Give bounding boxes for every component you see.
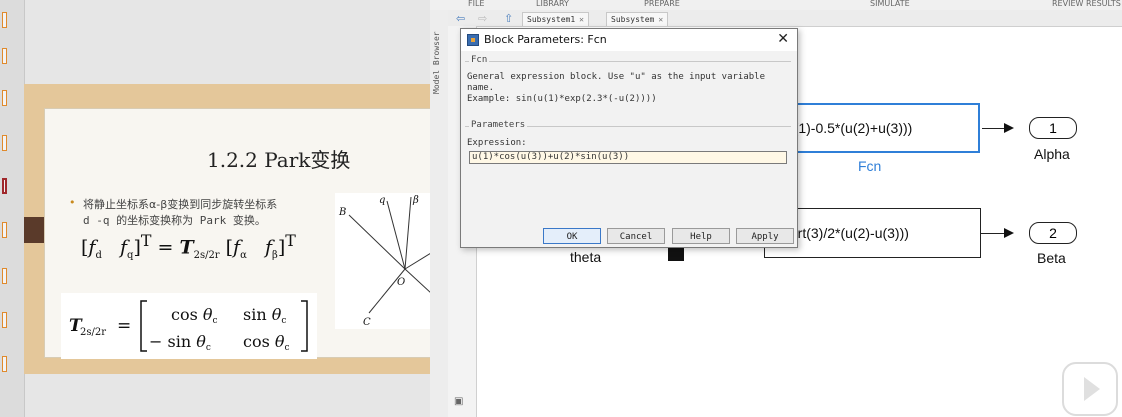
tab-subsystem1[interactable]: Subsystem1 ✕: [522, 12, 589, 26]
slide-thumbnail[interactable]: [2, 222, 7, 238]
arrow-head-icon: [1004, 228, 1014, 238]
slide-thumbnail[interactable]: [2, 135, 7, 151]
theta-label[interactable]: theta: [570, 249, 601, 265]
svg-text:cos θc: cos θc: [171, 305, 218, 326]
apply-button[interactable]: Apply: [736, 228, 794, 244]
close-icon[interactable]: ✕: [777, 31, 789, 47]
back-arrow-icon[interactable]: ⇦: [456, 12, 465, 25]
fcn-group-title: Fcn: [469, 55, 490, 65]
forward-arrow-icon[interactable]: ⇨: [478, 12, 487, 25]
slide-content: 1.2.2 Park变换 • 将静止坐标系α-β变换到同步旋转坐标系 d -q …: [44, 108, 432, 359]
slide-title: 1.2.2 Park变换: [207, 148, 351, 172]
slide-canvas[interactable]: 1.2.2 Park变换 • 将静止坐标系α-β变换到同步旋转坐标系 d -q …: [24, 84, 432, 374]
dialog-body: Fcn General expression block. Use "u" as…: [461, 51, 797, 247]
model-browser-label[interactable]: Model Browser: [432, 24, 446, 94]
svg-text:C: C: [363, 317, 371, 328]
expression-input[interactable]: u(1)*cos(u(3))+u(2)*sin(u(3)): [469, 151, 787, 164]
outport-alpha-label[interactable]: Alpha: [1034, 146, 1070, 162]
tab-subsystem[interactable]: Subsystem ✕: [606, 12, 669, 26]
ribbon-tab-simulate[interactable]: SIMULATE: [870, 0, 910, 8]
ribbon-tab-prepare[interactable]: PREPARE: [644, 0, 680, 8]
help-button[interactable]: Help: [672, 228, 730, 244]
svg-text:sin θc: sin θc: [243, 305, 286, 326]
fcn-block-name[interactable]: Fcn: [858, 158, 881, 174]
outport-alpha[interactable]: 1: [1029, 117, 1077, 139]
slide-thumbnail[interactable]: [2, 12, 7, 28]
park-equation: [fd fq]T = T2s/2r [fα fβ]T: [81, 231, 296, 262]
fcn-description: General expression block. Use "u" as the…: [467, 72, 766, 104]
ok-button[interactable]: OK: [543, 228, 601, 244]
coordinate-axes-diagram: B q β O C: [335, 193, 432, 329]
video-play-button[interactable]: [1062, 362, 1118, 416]
outport-beta[interactable]: 2: [1029, 222, 1077, 244]
block-parameters-dialog: Block Parameters: Fcn ✕ Fcn General expr…: [460, 28, 798, 248]
slide-thumbnail[interactable]: [2, 90, 7, 106]
dialog-titlebar[interactable]: Block Parameters: Fcn ✕: [461, 29, 797, 51]
svg-text:O: O: [397, 277, 405, 288]
expression-label: Expression:: [467, 138, 527, 148]
outport-beta-label[interactable]: Beta: [1037, 250, 1066, 266]
ribbon-tab-file[interactable]: FILE: [468, 0, 484, 8]
slide-thumbnail[interactable]: [2, 312, 7, 328]
svg-text:q: q: [379, 195, 385, 206]
model-browser-strip[interactable]: Model Browser: [430, 10, 449, 417]
svg-text:2s/2r: 2s/2r: [80, 327, 106, 338]
slide-thumbnail[interactable]: [2, 268, 7, 284]
arrow-head-icon: [1004, 123, 1014, 133]
close-icon[interactable]: ✕: [579, 15, 584, 24]
parameters-group-title: Parameters: [469, 120, 528, 130]
cancel-button[interactable]: Cancel: [607, 228, 665, 244]
close-icon[interactable]: ✕: [658, 15, 663, 24]
slide-thumbnail[interactable]: [2, 48, 7, 64]
bullet-icon: •: [69, 196, 76, 209]
simulink-block-icon: [467, 34, 479, 46]
svg-text:=: =: [117, 316, 131, 336]
svg-text:cos θc: cos θc: [243, 332, 290, 353]
ribbon-tab-library[interactable]: LIBRARY: [536, 0, 569, 8]
camera-icon[interactable]: ▣: [454, 396, 463, 407]
play-icon: [1084, 377, 1100, 401]
slide-thumbnail[interactable]: [2, 356, 7, 372]
tab-label: Subsystem: [611, 15, 655, 24]
bullet-text-line2: d -q 的坐标变换称为 Park 变换。: [83, 214, 266, 227]
tab-label: Subsystem1: [527, 15, 576, 24]
svg-text:− sin θc: − sin θc: [149, 332, 211, 353]
presentation-area: 1.2.2 Park变换 • 将静止坐标系α-β变换到同步旋转坐标系 d -q …: [0, 0, 432, 417]
bullet-text-line1: 将静止坐标系α-β变换到同步旋转坐标系: [83, 198, 278, 211]
mux-block[interactable]: [668, 247, 684, 261]
dialog-title: Block Parameters: Fcn: [484, 33, 607, 46]
ribbon-tab-review-results[interactable]: REVIEW RESULTS: [1052, 0, 1121, 8]
transform-matrix-equation: T 2s/2r = cos θc sin θc − sin θc cos θc: [61, 293, 317, 359]
editor-tab-bar: ⇦ ⇨ ⇧ Subsystem1 ✕ Subsystem ✕: [448, 10, 1122, 27]
up-arrow-icon[interactable]: ⇧: [504, 12, 513, 25]
svg-text:β: β: [412, 195, 419, 206]
slide-thumbnail-strip[interactable]: [0, 0, 25, 417]
slide-thumbnail-selected[interactable]: [2, 178, 7, 194]
svg-text:B: B: [338, 207, 346, 218]
